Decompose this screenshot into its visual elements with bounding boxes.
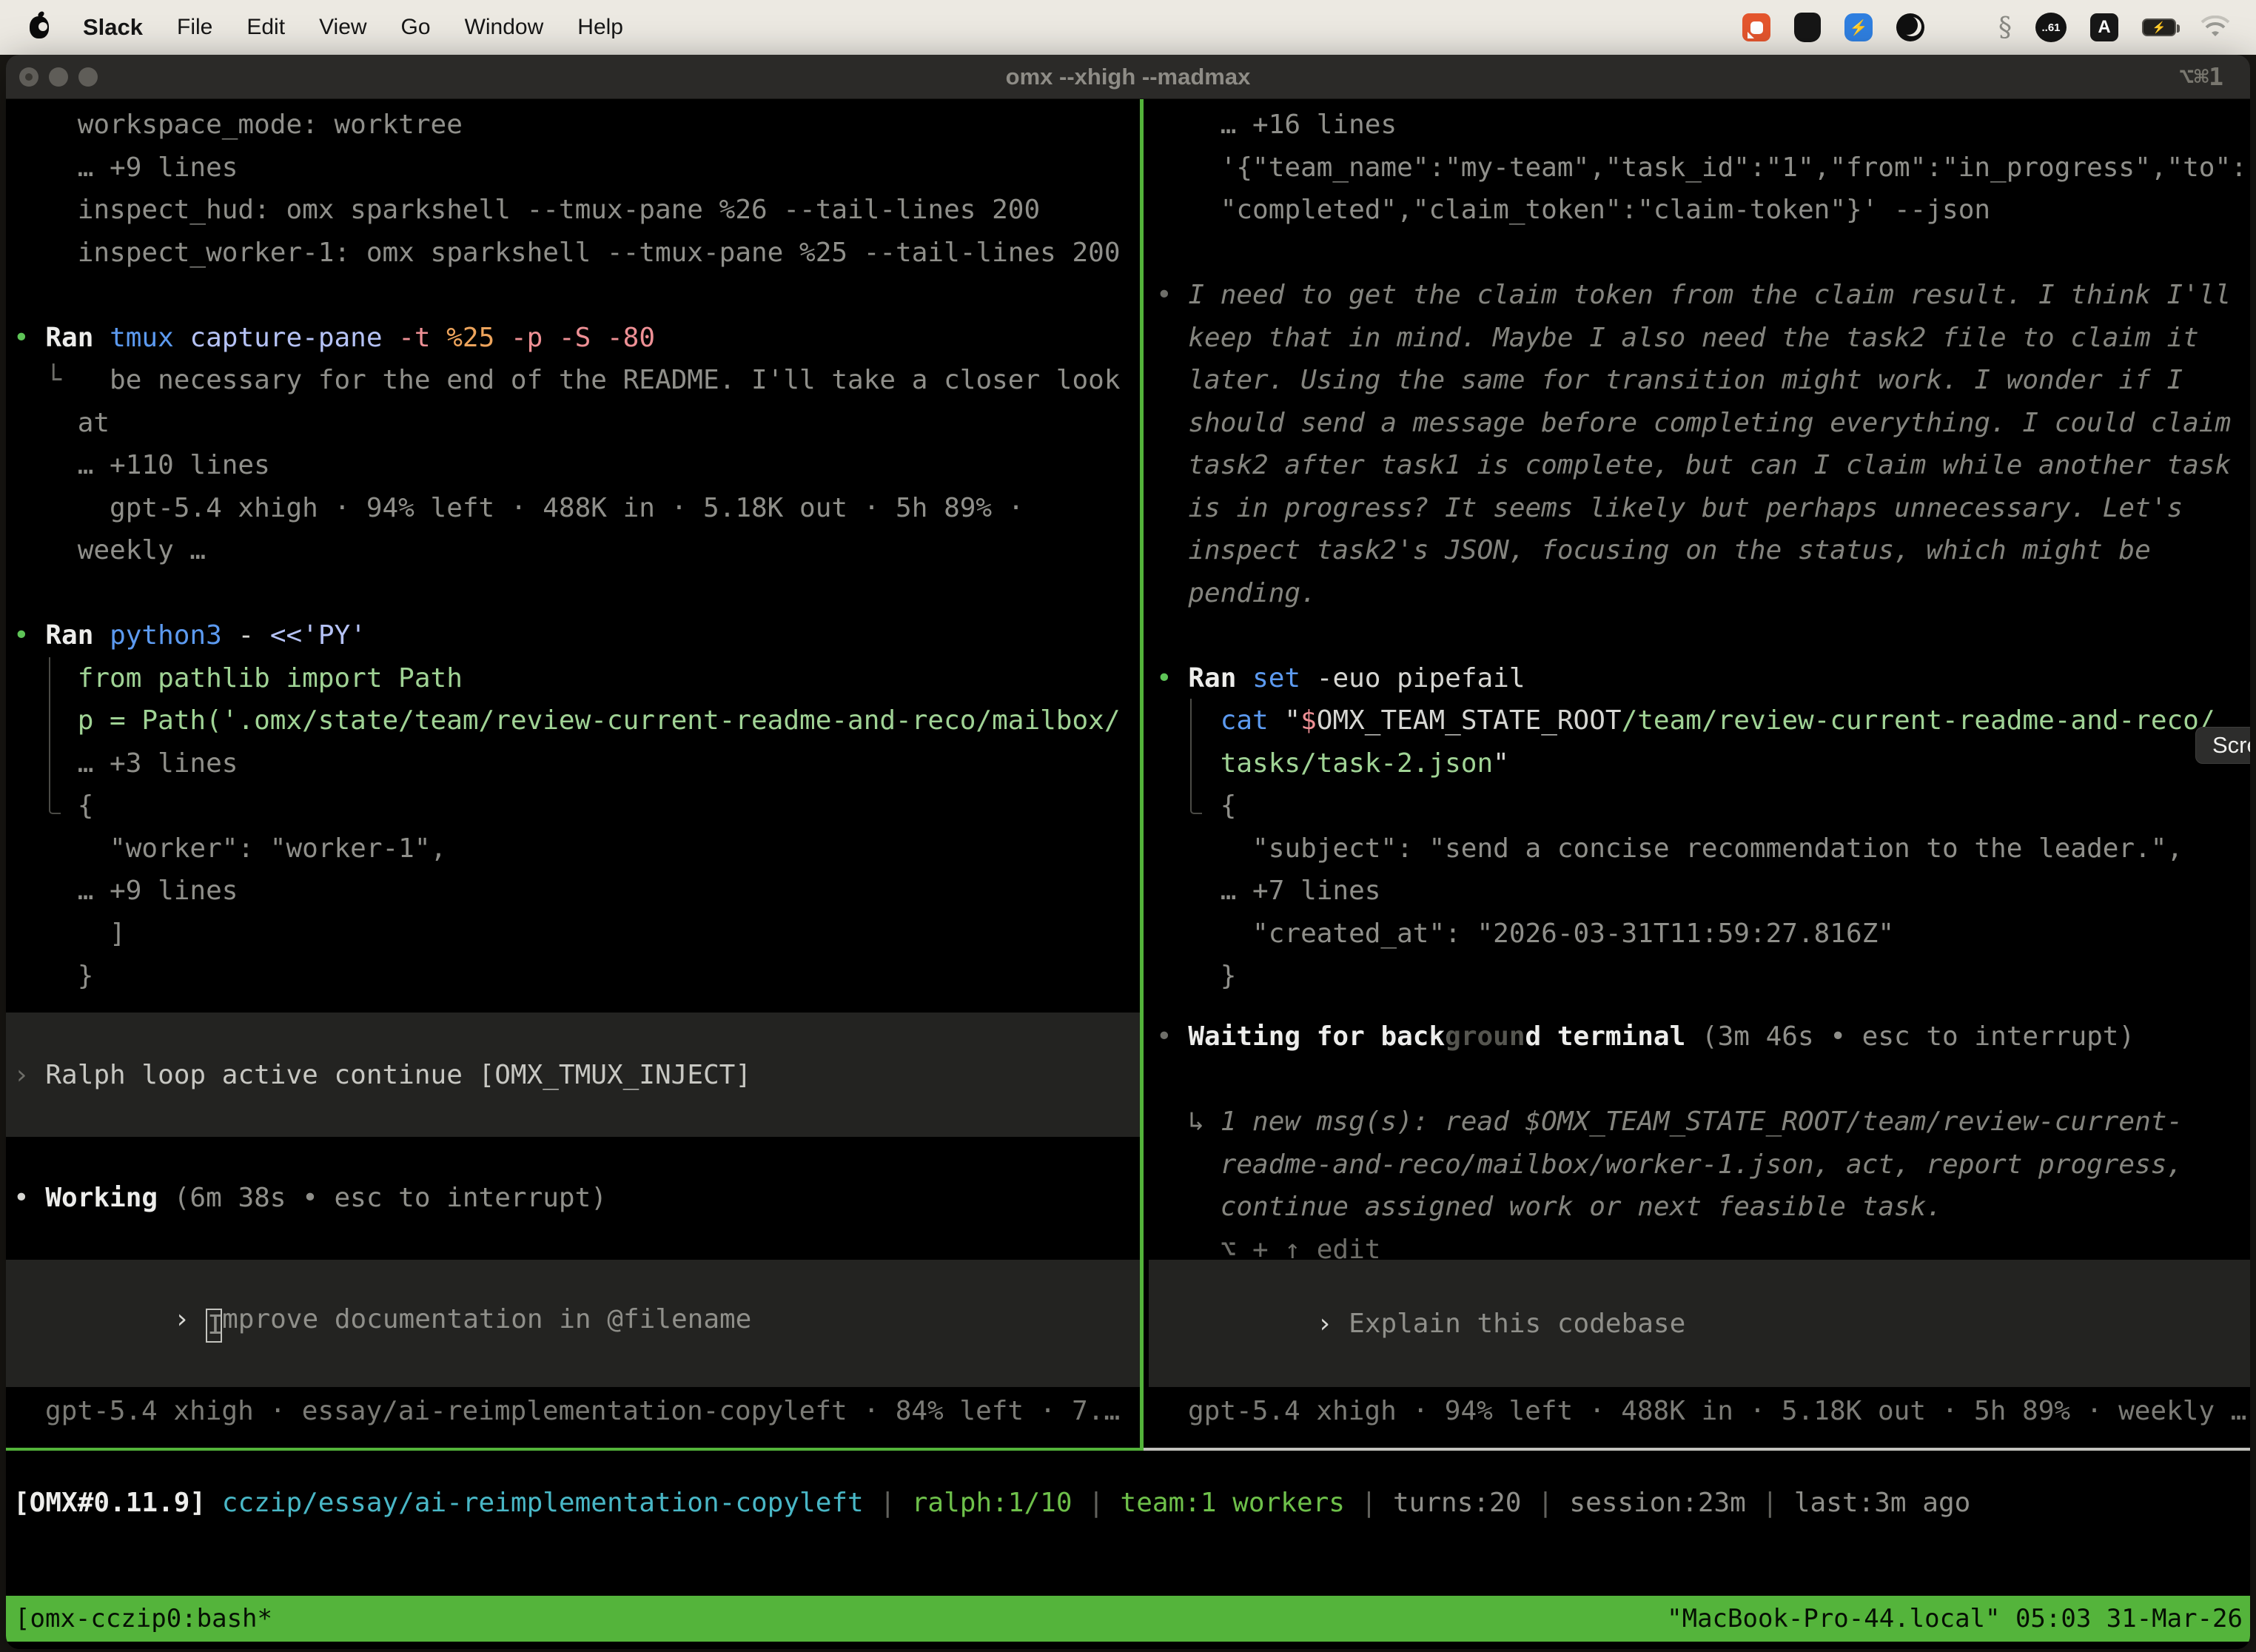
- terminal-line: inspect task2's JSON, focusing on the st…: [1149, 529, 2250, 572]
- prompt-chevron-icon: ›: [1317, 1309, 1349, 1339]
- terminal-line: "created_at": "2026-03-31T11:59:27.816Z": [1149, 913, 2250, 956]
- terminal-line: ↳ 1 new msg(s): read $OMX_TEAM_STATE_ROO…: [1149, 1101, 2250, 1144]
- terminal-line: "worker": "worker-1",: [6, 827, 1140, 870]
- right-prompt-placeholder[interactable]: Explain this codebase: [1349, 1309, 1685, 1339]
- terminal-line: weekly …: [6, 529, 1140, 572]
- terminal-line: … +16 lines: [1149, 104, 2250, 147]
- left-model-status: gpt-5.4 xhigh · essay/ai-reimplementatio…: [6, 1390, 1140, 1433]
- terminal-line: … +9 lines: [6, 870, 1140, 913]
- terminal-line: should send a message before completing …: [1149, 402, 2250, 445]
- output-gutter-line: [1190, 699, 1202, 814]
- wifi-icon[interactable]: [2200, 16, 2231, 39]
- terminal-line: └ be necessary for the end of the README…: [6, 359, 1140, 402]
- working-status-row: • Working (6m 38s • esc to interrupt): [6, 1177, 1140, 1220]
- terminal-line: continue assigned work or next feasible …: [1149, 1186, 2250, 1229]
- terminal-line: [1149, 614, 2250, 657]
- apple-menu-icon[interactable]: [30, 16, 49, 38]
- terminal-line: p = Path('.omx/state/team/review-current…: [6, 699, 1140, 742]
- moon-crescent-icon[interactable]: [1896, 13, 1924, 41]
- terminal-line: {: [6, 785, 1140, 827]
- right-model-status: gpt-5.4 xhigh · 94% left · 488K in · 5.1…: [1149, 1390, 2250, 1433]
- menu-item-view[interactable]: View: [319, 15, 366, 40]
- terminal-line: is in progress? It seems likely but perh…: [1149, 487, 2250, 530]
- window-shortcut-badge: ⌥⌘1: [2179, 55, 2223, 99]
- left-prompt-box[interactable]: › Improve documentation in @filename: [6, 1260, 1140, 1387]
- terminal-line: "subject": "send a concise recommendatio…: [1149, 827, 2250, 870]
- terminal-line: "completed","claim_token":"claim-token"}…: [1149, 189, 2250, 232]
- terminal-line: keep that in mind. Maybe I also need the…: [1149, 317, 2250, 360]
- left-pane-border: [6, 1448, 1144, 1451]
- prompt-chevron-icon: ›: [174, 1304, 206, 1334]
- terminal-line: • Ran set -euo pipefail: [1149, 657, 2250, 700]
- terminal-line: … +7 lines: [1149, 870, 2250, 913]
- squiggle-icon[interactable]: §: [1998, 13, 2012, 43]
- terminal-line: gpt-5.4 xhigh · 94% left · 488K in · 5.1…: [6, 487, 1140, 530]
- screenshot-tooltip: Scre: [2195, 727, 2250, 764]
- text-cursor[interactable]: I: [206, 1309, 222, 1343]
- menu-bar: Slack File Edit View Go Window Help ⚡ § …: [0, 0, 2256, 55]
- terminal-line: • Ran python3 - <<'PY': [6, 614, 1140, 657]
- right-pane-border: [1144, 1448, 2250, 1451]
- right-scrollback: … +16 lines '{"team_name":"my-team","tas…: [1149, 104, 2250, 998]
- tmux-session-label: [omx-cczip0:bash*: [15, 1596, 272, 1642]
- menu-app-name[interactable]: Slack: [83, 14, 143, 41]
- terminal-line: }: [1149, 955, 2250, 998]
- terminal-line: [1149, 1058, 2250, 1101]
- terminal-line: inspect_hud: omx sparkshell --tmux-pane …: [6, 189, 1140, 232]
- terminal-line: • I need to get the claim token from the…: [1149, 274, 2250, 317]
- waiting-section: • Waiting for background terminal (3m 46…: [1149, 1015, 2250, 1271]
- grid-dots-icon[interactable]: [1948, 14, 1975, 41]
- terminal-area: workspace_mode: worktree … +9 lines insp…: [6, 99, 2250, 1649]
- terminal-line: … +9 lines: [6, 147, 1140, 189]
- left-prompt-placeholder[interactable]: mprove documentation in @filename: [222, 1304, 751, 1334]
- tmux-status-bar: [omx-cczip0:bash* "MacBook-Pro-44.local"…: [6, 1596, 2250, 1642]
- left-scrollback: workspace_mode: worktree … +9 lines insp…: [6, 104, 1140, 998]
- pane-divider[interactable]: [1140, 99, 1144, 1448]
- terminal-line: '{"team_name":"my-team","task_id":"1","f…: [1149, 147, 2250, 189]
- messenger-bolt-icon[interactable]: ⚡: [1844, 13, 1873, 41]
- keypad-shield-icon[interactable]: [1794, 13, 1821, 42]
- terminal-line: from pathlib import Path: [6, 657, 1140, 700]
- terminal-line: readme-and-reco/mailbox/worker-1.json, a…: [1149, 1144, 2250, 1186]
- screen-record-icon[interactable]: [1742, 13, 1770, 41]
- letter-a-icon[interactable]: A: [2090, 13, 2118, 41]
- menu-item-help[interactable]: Help: [577, 15, 623, 40]
- terminal-line: {: [1149, 785, 2250, 827]
- menu-item-file[interactable]: File: [177, 15, 212, 40]
- terminal-line: ]: [6, 913, 1140, 956]
- terminal-line: cat "$OMX_TEAM_STATE_ROOT/team/review-cu…: [1149, 699, 2250, 742]
- window-title: omx --xhigh --madmax: [6, 55, 2250, 99]
- output-gutter-line: [49, 657, 61, 814]
- terminal-line: tasks/task-2.json": [1149, 742, 2250, 785]
- window-title-bar: omx --xhigh --madmax ⌥⌘1: [6, 55, 2250, 99]
- pane-right: … +16 lines '{"team_name":"my-team","tas…: [1149, 99, 2250, 1448]
- battery-icon[interactable]: ⚡: [2142, 19, 2176, 36]
- terminal-window: omx --xhigh --madmax ⌥⌘1 workspace_mode:…: [6, 55, 2250, 1649]
- terminal-line: later. Using the same for transition mig…: [1149, 359, 2250, 402]
- menu-item-edit[interactable]: Edit: [246, 15, 285, 40]
- terminal-line: … +110 lines: [6, 444, 1140, 487]
- terminal-line: • Waiting for background terminal (3m 46…: [1149, 1015, 2250, 1058]
- tmux-host-clock: "MacBook-Pro-44.local" 05:03 31-Mar-26: [1667, 1596, 2243, 1642]
- terminal-line: pending.: [1149, 572, 2250, 615]
- pane-left: workspace_mode: worktree … +9 lines insp…: [6, 99, 1140, 1448]
- menu-item-go[interactable]: Go: [401, 15, 431, 40]
- terminal-line: [6, 572, 1140, 615]
- terminal-line: [1149, 232, 2250, 275]
- right-prompt-box[interactable]: › Explain this codebase: [1149, 1260, 2250, 1387]
- terminal-line: }: [6, 955, 1140, 998]
- terminal-line: task2 after task1 is complete, but can I…: [1149, 444, 2250, 487]
- terminal-line: • Ran tmux capture-pane -t %25 -p -S -80: [6, 317, 1140, 360]
- terminal-line: inspect_worker-1: omx sparkshell --tmux-…: [6, 232, 1140, 275]
- terminal-line: … +3 lines: [6, 742, 1140, 785]
- ralph-loop-text: › Ralph loop active continue [OMX_TMUX_I…: [6, 1060, 751, 1090]
- omx-status-line: [OMX#0.11.9] cczip/essay/ai-reimplementa…: [6, 1482, 2250, 1525]
- terminal-line: [6, 274, 1140, 317]
- menu-item-window[interactable]: Window: [465, 15, 544, 40]
- count-badge-icon[interactable]: ..61: [2035, 13, 2067, 42]
- terminal-line: workspace_mode: worktree: [6, 104, 1140, 147]
- terminal-line: at: [6, 402, 1140, 445]
- ralph-loop-banner: › Ralph loop active continue [OMX_TMUX_I…: [6, 1013, 1140, 1137]
